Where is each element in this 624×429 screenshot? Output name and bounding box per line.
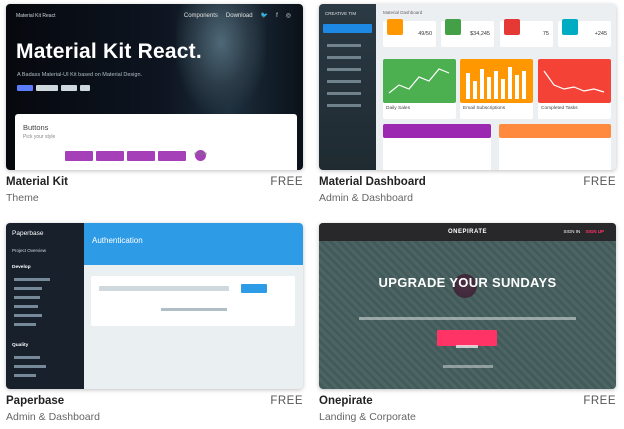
preview-nav-links: Components Download 🐦 f ◎ [183, 12, 291, 20]
preview-chart-tasks [538, 59, 611, 103]
stat-value: +245 [594, 31, 607, 37]
stat-icon [504, 19, 520, 35]
template-category: Theme [6, 192, 39, 204]
facebook-icon: f [276, 12, 278, 19]
preview-task-list [383, 138, 491, 170]
stat-value: 49/50 [418, 31, 432, 37]
template-title[interactable]: Material Kit [6, 176, 68, 188]
preview-tab-bar [84, 251, 303, 265]
preview-nav-link: Download [225, 12, 253, 19]
chart-label: Daily Sales [386, 106, 410, 111]
preview-stat-card: 75 [500, 19, 553, 47]
preview-empty-text [161, 308, 227, 311]
template-preview-image[interactable]: ONEPIRATE SIGN IN SIGN UP UPGRADE YOUR S… [319, 223, 616, 389]
preview-cta-button [437, 330, 497, 348]
template-price: FREE [583, 395, 616, 407]
line-chart-icon [388, 68, 450, 94]
stat-icon [445, 19, 461, 35]
preview-sign-in: SIGN IN [563, 229, 581, 234]
template-title[interactable]: Onepirate [319, 395, 373, 407]
preview-table-header [499, 124, 611, 138]
template-title[interactable]: Material Dashboard [319, 176, 426, 188]
preview-nav-brand: Material Kit React [16, 13, 56, 19]
template-preview-image[interactable]: Material Kit React Components Download 🐦… [6, 4, 303, 170]
preview-content-panel [91, 276, 295, 326]
bar-chart-icon [466, 67, 526, 99]
template-preview-image[interactable]: CREATIVE TIM Material Dashboard 49/50 $3… [319, 4, 616, 170]
preview-subtitle [359, 317, 576, 320]
template-price: FREE [270, 176, 303, 188]
preview-panel-subtitle: Pick your style [23, 134, 56, 140]
search-icon [99, 286, 229, 291]
instagram-icon: ◎ [285, 13, 291, 19]
preview-header: Authentication [92, 236, 143, 245]
preview-sidebar-section: Quality [12, 343, 29, 348]
preview-header: Material Dashboard [383, 10, 423, 15]
template-category: Admin & Dashboard [319, 192, 413, 204]
preview-stat-card: 49/50 [383, 19, 436, 47]
preview-chart-daily-sales [383, 59, 456, 103]
stat-value: $34,245 [470, 31, 490, 37]
preview-sidebar-active-item [323, 24, 372, 33]
template-category: Admin & Dashboard [6, 411, 100, 423]
preview-sidebar-title: Paperbase [12, 230, 44, 237]
preview-sidebar-section: Develop [12, 265, 31, 270]
template-price: FREE [270, 395, 303, 407]
preview-chart-card: Email Subscriptions [460, 59, 533, 119]
preview-sidebar: CREATIVE TIM [319, 4, 376, 170]
preview-sidebar: Paperbase Project Overview Develop Quali… [6, 223, 84, 389]
preview-buttons-panel: Buttons Pick your style simple [15, 114, 297, 170]
preview-headline: Material Kit React. [16, 40, 202, 63]
preview-tabs [383, 124, 491, 138]
preview-chart-card: Completed Tasks [538, 59, 611, 119]
stat-icon [387, 19, 403, 35]
preview-table [499, 138, 611, 170]
preview-sign-up: SIGN UP [585, 229, 604, 234]
preview-headline: UPGRADE YOUR SUNDAYS [378, 275, 557, 290]
preview-auth-links: SIGN IN SIGN UP [563, 229, 604, 234]
preview-panel-title: Buttons [23, 123, 49, 132]
template-category: Landing & Corporate [319, 411, 416, 423]
preview-panel-link: simple [194, 151, 208, 156]
preview-tagline: A Badass Material-UI Kit based on Materi… [17, 72, 143, 78]
preview-stat-card: $34,245 [441, 19, 494, 47]
chart-label: Email Subscriptions [463, 106, 506, 111]
template-title[interactable]: Paperbase [6, 395, 64, 407]
line-chart-icon [543, 70, 605, 93]
preview-chart-card: Daily Sales [383, 59, 456, 119]
preview-chart-email [460, 59, 533, 103]
template-preview-image[interactable]: Paperbase Project Overview Develop Quali… [6, 223, 303, 389]
preview-badges [17, 85, 90, 91]
twitter-icon: 🐦 [260, 13, 269, 19]
stat-icon [562, 19, 578, 35]
preview-nav-link: Components [183, 12, 218, 19]
template-price: FREE [583, 176, 616, 188]
preview-add-button [241, 284, 267, 293]
preview-sidebar-title: CREATIVE TIM [325, 11, 357, 16]
preview-discover-text [319, 355, 616, 373]
preview-stat-card: +245 [558, 19, 611, 47]
chart-label: Completed Tasks [541, 106, 578, 111]
preview-sample-buttons [65, 150, 206, 161]
preview-sidebar-overview: Project Overview [12, 248, 47, 253]
stat-value: 75 [542, 31, 549, 37]
